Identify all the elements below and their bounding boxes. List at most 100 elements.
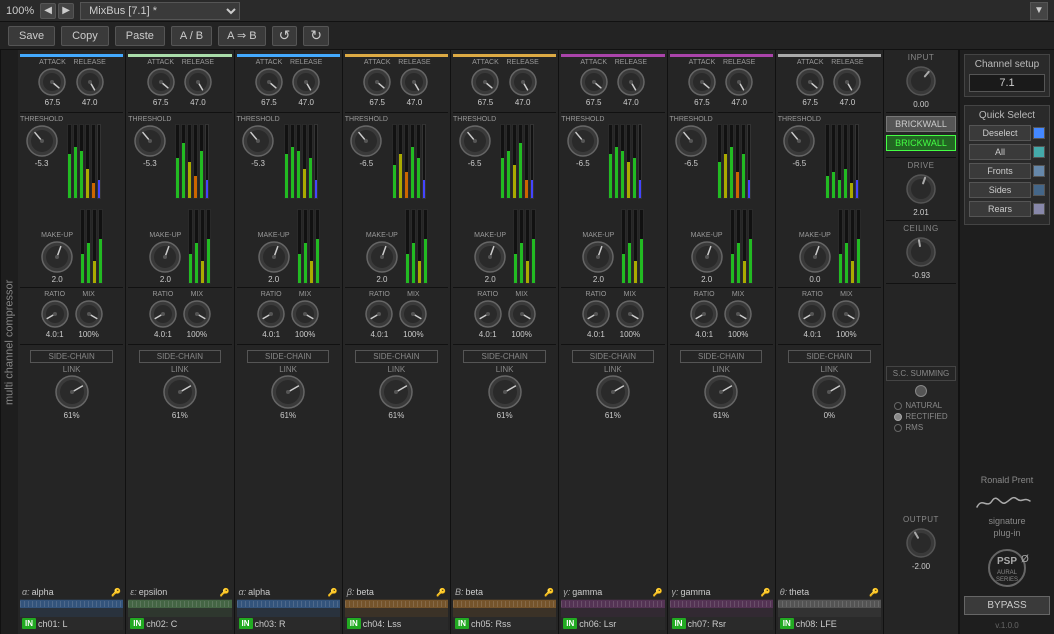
natural-radio[interactable]	[894, 402, 902, 410]
threshold-label: THRESHOLD	[453, 116, 496, 123]
threshold-label: THRESHOLD	[237, 116, 280, 123]
link-value: 61%	[497, 411, 513, 420]
summing-options: NATURAL RECTIFIED RMS	[894, 401, 947, 432]
deselect-button[interactable]: Deselect	[969, 125, 1031, 141]
release-group: RELEASE 47.0	[398, 59, 430, 107]
save-button[interactable]: Save	[8, 26, 55, 46]
channel-key-icon[interactable]: 🔑	[328, 588, 338, 597]
meter-bar-1	[723, 124, 728, 199]
makeup-label: MAKE-UP	[258, 232, 290, 239]
release-value: 47.0	[82, 98, 98, 107]
meter-pair	[717, 124, 751, 199]
meter-bar-2	[850, 209, 855, 284]
ceiling-label: CEILING	[903, 224, 939, 233]
channel-key-icon[interactable]: 🔑	[544, 588, 554, 597]
meter-bar-1	[181, 124, 186, 199]
mix-group: MIX 100%	[723, 291, 753, 339]
channel-waveform-bar	[128, 599, 231, 617]
channel-greek: α:	[239, 587, 247, 597]
all-button[interactable]: All	[969, 144, 1031, 160]
in-badge[interactable]: IN	[22, 618, 36, 629]
expand-btn[interactable]: ▼	[1030, 2, 1048, 20]
output-knob[interactable]	[903, 525, 939, 561]
rectified-radio[interactable]	[894, 413, 902, 421]
meter-bar-0	[392, 124, 397, 199]
release-label: RELEASE	[615, 59, 647, 66]
meter-bar-2	[417, 209, 422, 284]
rms-radio[interactable]	[894, 424, 902, 432]
in-badge[interactable]: IN	[347, 618, 361, 629]
gr-meter	[97, 124, 101, 199]
redo-button[interactable]: ↻	[303, 26, 329, 46]
paste-button[interactable]: Paste	[115, 26, 165, 46]
multi-meter	[188, 209, 211, 284]
in-badge[interactable]: IN	[455, 618, 469, 629]
drive-knob[interactable]	[903, 171, 939, 207]
makeup-meters	[513, 209, 536, 284]
arrow-left[interactable]: ◀	[40, 3, 56, 19]
attack-label: ATTACK	[580, 59, 607, 66]
in-badge[interactable]: IN	[780, 618, 794, 629]
ratio-mix-row: RATIO 4.0:1 MIX 100%	[20, 291, 123, 339]
waveform-fill	[345, 600, 448, 608]
channel-key-icon[interactable]: 🔑	[220, 588, 230, 597]
mix-group: MIX 100%	[615, 291, 645, 339]
mixbus-dropdown[interactable]: MixBus [7.1] *	[80, 2, 240, 20]
input-knob[interactable]	[903, 63, 939, 99]
meter-bar-3	[98, 209, 103, 284]
makeup-group: MAKE-UP 2.0	[473, 232, 507, 284]
channel-key-icon[interactable]: 🔑	[111, 588, 121, 597]
channel-key-icon[interactable]: 🔑	[869, 588, 879, 597]
ab-copy-button[interactable]: A ⇒ B	[218, 26, 265, 46]
top-bar: 100% ◀ ▶ MixBus [7.1] * ▼	[0, 0, 1054, 22]
in-badge[interactable]: IN	[130, 618, 144, 629]
arrow-right[interactable]: ▶	[58, 3, 74, 19]
channel-key-icon[interactable]: 🔑	[761, 588, 771, 597]
channel-name-text: theta	[789, 587, 867, 597]
meter-bar-0	[284, 124, 289, 199]
channel-greek: α:	[22, 587, 30, 597]
channel-display-name: ch08: LFE	[796, 619, 837, 629]
brickwall-button[interactable]: BRICKWALL	[886, 116, 956, 132]
mix-value: 100%	[403, 330, 423, 339]
channel-key-icon[interactable]: 🔑	[436, 588, 446, 597]
summing-dot[interactable]	[915, 385, 927, 397]
meter-bar-4	[199, 124, 204, 199]
rms-option[interactable]: RMS	[894, 423, 947, 432]
threshold-label: THRESHOLD	[778, 116, 821, 123]
meter-pair	[825, 124, 859, 199]
main-layout: multi channel compressor ATTACK 67.5 REL…	[0, 50, 1054, 634]
mix-label: MIX	[407, 291, 419, 298]
ratio-group: RATIO 4.0:1	[473, 291, 503, 339]
sides-button[interactable]: Sides	[969, 182, 1031, 198]
attack-release-row: ATTACK 67.5 RELEASE 47.0	[453, 59, 556, 107]
makeup-group: MAKE-UP 2.0	[365, 232, 399, 284]
channel-display-name: ch03: R	[255, 619, 286, 629]
rears-button[interactable]: Rears	[969, 201, 1031, 217]
multi-meter	[717, 124, 746, 199]
fronts-button[interactable]: Fronts	[969, 163, 1031, 179]
sidechain-label: SIDE-CHAIN	[30, 350, 113, 363]
in-badge[interactable]: IN	[239, 618, 253, 629]
natural-option[interactable]: NATURAL	[894, 401, 947, 410]
meter-bar-3	[206, 209, 211, 284]
bypass-button[interactable]: BYPASS	[964, 596, 1050, 615]
attack-value: 67.5	[153, 98, 169, 107]
meter-bar-2	[296, 124, 301, 199]
fronts-color	[1033, 165, 1045, 177]
ceiling-knob[interactable]	[903, 234, 939, 270]
brickwall-active-button[interactable]: BRICKWALL	[886, 135, 956, 151]
master-strip-area: INPUT 0.00 BRICKWALL BRICKWALL DRIVE 2.0…	[884, 50, 959, 634]
meter-bar-0	[67, 124, 72, 199]
copy-button[interactable]: Copy	[61, 26, 109, 46]
ratio-label: RATIO	[152, 291, 173, 298]
in-badge[interactable]: IN	[672, 618, 686, 629]
ab-compare-button[interactable]: A / B	[171, 26, 212, 46]
zoom-percent: 100%	[6, 5, 34, 17]
in-badge[interactable]: IN	[563, 618, 577, 629]
channel-key-icon[interactable]: 🔑	[653, 588, 663, 597]
rectified-option[interactable]: RECTIFIED	[894, 412, 947, 421]
threshold-value: -6.5	[359, 159, 373, 168]
ratio-mix-row: RATIO 4.0:1 MIX 100%	[453, 291, 556, 339]
undo-button[interactable]: ↺	[272, 26, 298, 46]
